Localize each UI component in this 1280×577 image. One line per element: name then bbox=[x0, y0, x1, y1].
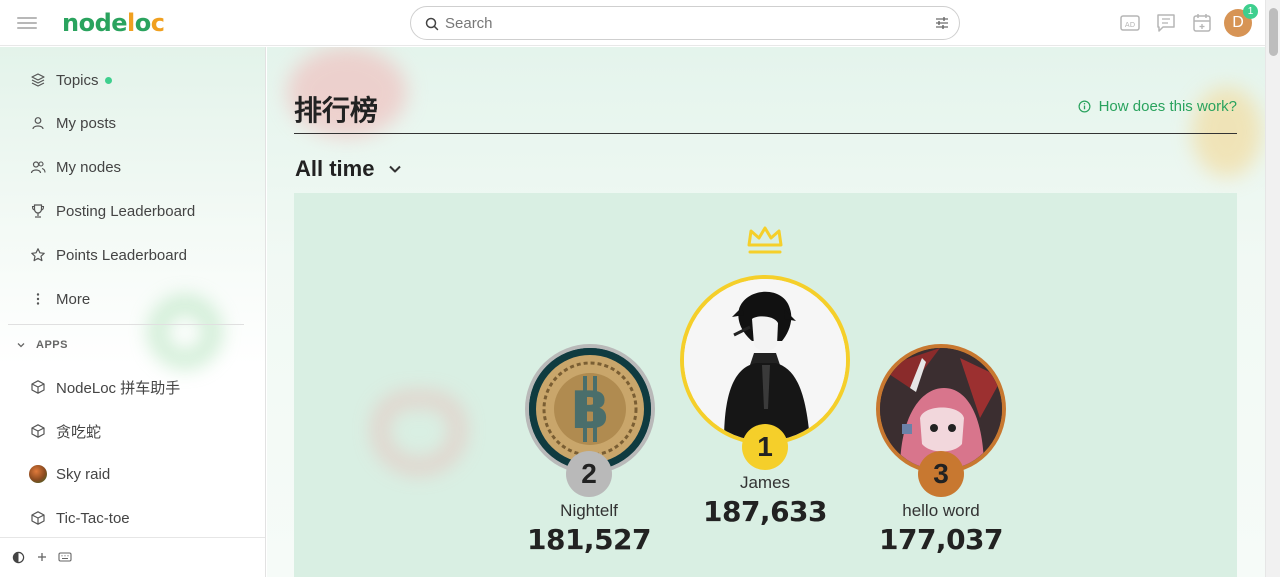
star-icon bbox=[28, 245, 48, 265]
online-dot bbox=[104, 76, 112, 84]
top-header: nodeloc AD D 1 bbox=[0, 0, 1265, 46]
page-title: 排行榜 bbox=[294, 94, 379, 127]
layers-icon bbox=[28, 70, 48, 90]
apps-heading-label: APPS bbox=[36, 339, 68, 351]
chevron-down-icon bbox=[389, 165, 402, 173]
cube-icon bbox=[28, 421, 48, 441]
calendar-icon[interactable] bbox=[1191, 12, 1213, 34]
sidebar-item-more[interactable]: More bbox=[28, 284, 90, 314]
how-link-label: How does this work? bbox=[1098, 98, 1237, 115]
search-bar[interactable] bbox=[410, 6, 960, 40]
rank-3-score: 177,037 bbox=[878, 523, 1004, 556]
sidebar-item-label: Tic-Tac-toe bbox=[56, 509, 130, 527]
sidebar-item-label: Sky raid bbox=[56, 465, 111, 483]
vertical-dots-icon bbox=[28, 289, 48, 309]
sky-raid-icon-wrap bbox=[28, 464, 48, 484]
search-icon bbox=[425, 17, 439, 31]
period-dropdown[interactable]: All time bbox=[295, 156, 402, 182]
sidebar-item-label: My posts bbox=[56, 114, 117, 132]
sidebar-app-tic-tac-toe[interactable]: Tic-Tac-toe bbox=[28, 503, 130, 533]
theme-toggle-icon[interactable] bbox=[12, 551, 25, 564]
rank-1-name[interactable]: James bbox=[665, 473, 865, 493]
rank-1-badge: 1 bbox=[742, 424, 788, 470]
message-icon[interactable] bbox=[1155, 12, 1177, 34]
leaderboard-podium: 1 James 187,633 B 2 Nightelf 181,527 3 h… bbox=[294, 193, 1237, 577]
svg-text:B: B bbox=[570, 381, 610, 441]
hamburger-menu-icon[interactable] bbox=[17, 14, 37, 32]
svg-text:AD: AD bbox=[1125, 21, 1135, 29]
sidebar-app-sky-raid[interactable]: Sky raid bbox=[28, 459, 110, 489]
sidebar-item-label: 贪吃蛇 bbox=[56, 423, 102, 441]
ad-icon[interactable]: AD bbox=[1119, 12, 1141, 34]
crown-icon bbox=[747, 226, 783, 254]
info-icon bbox=[1078, 100, 1091, 113]
cube-icon bbox=[28, 377, 48, 397]
sidebar-item-label: NodeLoc 拼车助手 bbox=[56, 379, 181, 397]
sidebar-divider bbox=[8, 324, 244, 325]
anime-character-avatar-image bbox=[684, 279, 846, 441]
trophy-icon bbox=[28, 201, 48, 221]
filter-sliders-icon[interactable] bbox=[935, 16, 949, 30]
sidebar-app-snake[interactable]: 贪吃蛇 bbox=[28, 416, 101, 446]
rank-3-name[interactable]: hello word bbox=[841, 501, 1041, 521]
users-icon bbox=[28, 157, 48, 177]
keyboard-icon[interactable] bbox=[58, 551, 72, 563]
sidebar: Topics My posts My nodes Posting Leaderb… bbox=[0, 47, 266, 577]
rank-1-score: 187,633 bbox=[702, 495, 828, 528]
how-does-this-work-link[interactable]: How does this work? bbox=[1078, 98, 1237, 115]
sidebar-item-topics[interactable]: Topics bbox=[28, 65, 112, 95]
scrollbar-thumb[interactable] bbox=[1269, 8, 1278, 56]
sidebar-item-label: Topics bbox=[56, 71, 99, 89]
sidebar-footer bbox=[0, 537, 265, 577]
title-underline bbox=[294, 133, 1237, 134]
sidebar-item-posting-leaderboard[interactable]: Posting Leaderboard bbox=[28, 196, 195, 226]
cube-icon bbox=[28, 508, 48, 528]
sky-raid-app-avatar bbox=[29, 465, 47, 483]
user-icon bbox=[28, 113, 48, 133]
rank-2-score: 181,527 bbox=[526, 523, 652, 556]
period-label: All time bbox=[295, 156, 375, 181]
decorative-blob bbox=[374, 393, 464, 473]
sidebar-item-label: Posting Leaderboard bbox=[56, 202, 196, 220]
sidebar-item-my-posts[interactable]: My posts bbox=[28, 108, 116, 138]
apps-section-header[interactable]: APPS bbox=[16, 339, 68, 351]
sidebar-item-points-leaderboard[interactable]: Points Leaderboard bbox=[28, 240, 187, 270]
rank-2-badge: 2 bbox=[566, 451, 612, 497]
sidebar-item-label: More bbox=[56, 290, 91, 308]
sidebar-app-nodeloc-carpool[interactable]: NodeLoc 拼车助手 bbox=[28, 372, 180, 402]
notification-badge: 1 bbox=[1243, 4, 1258, 19]
decorative-blob bbox=[150, 297, 220, 367]
main-content: 排行榜 How does this work? All time 1 James… bbox=[267, 47, 1265, 577]
chevron-down-icon bbox=[17, 343, 25, 348]
page-scrollbar[interactable] bbox=[1265, 0, 1280, 577]
sidebar-item-my-nodes[interactable]: My nodes bbox=[28, 152, 121, 182]
site-logo[interactable]: nodeloc bbox=[62, 9, 165, 37]
search-input[interactable] bbox=[445, 13, 915, 33]
plus-icon[interactable] bbox=[36, 551, 48, 563]
rank-1-avatar[interactable] bbox=[680, 275, 850, 445]
rank-3-badge: 3 bbox=[918, 451, 964, 497]
rank-2-name[interactable]: Nightelf bbox=[489, 501, 689, 521]
sidebar-item-label: My nodes bbox=[56, 158, 122, 176]
sidebar-item-label: Points Leaderboard bbox=[56, 246, 187, 264]
